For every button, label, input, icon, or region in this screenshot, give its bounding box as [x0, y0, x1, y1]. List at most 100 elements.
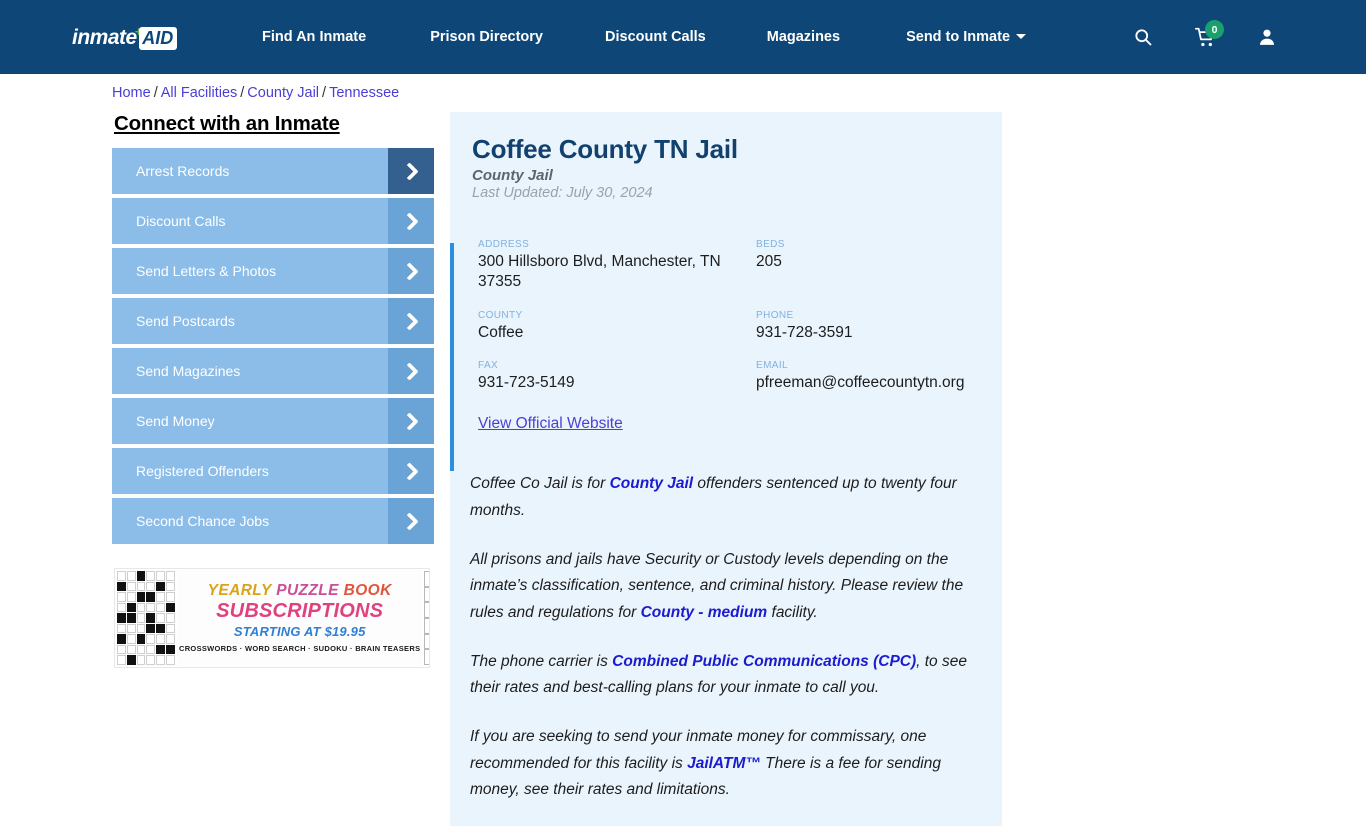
logo-word-aid: AID — [139, 26, 178, 50]
chevron-right-icon — [388, 148, 434, 194]
sidebar-item-label: Registered Offenders — [136, 463, 269, 479]
crossword-cell — [166, 581, 175, 592]
sidebar-item-label: Second Chance Jobs — [136, 513, 270, 529]
crossword-cell — [136, 623, 146, 634]
sudoku-cell: 4 — [424, 602, 429, 618]
sidebar-item-send-magazines[interactable]: Send Magazines — [112, 348, 434, 394]
crossword-cell — [156, 581, 166, 592]
ad-categories-line: CROSSWORDS · WORD SEARCH · SUDOKU · BRAI… — [179, 643, 421, 653]
view-official-website-link[interactable]: View Official Website — [478, 415, 623, 433]
sidebar-item-arrest-records[interactable]: Arrest Records — [112, 148, 434, 194]
cart-count-badge: 0 — [1205, 20, 1224, 39]
crossword-cell — [156, 602, 166, 613]
crossword-cell — [136, 613, 146, 623]
crossword-cell — [156, 592, 166, 602]
link-county-medium[interactable]: County - medium — [641, 604, 768, 621]
crossword-cell — [156, 623, 166, 634]
cart-icon[interactable]: 0 — [1182, 14, 1228, 60]
accent-bar — [450, 243, 454, 471]
crossword-cell — [136, 581, 146, 592]
nav-item-prison-directory[interactable]: Prison Directory — [430, 29, 543, 45]
link-cpc[interactable]: Combined Public Communications (CPC) — [612, 653, 916, 670]
description-paragraph-3: The phone carrier is Combined Public Com… — [470, 649, 980, 702]
info-value: 300 Hillsboro Blvd, Manchester, TN 37355 — [478, 253, 721, 290]
crossword-cell — [136, 571, 146, 581]
chevron-right-icon — [388, 498, 434, 544]
breadcrumb-item-home[interactable]: Home — [112, 85, 151, 101]
crossword-cell — [156, 634, 166, 644]
sidebar-item-send-money[interactable]: Send Money — [112, 398, 434, 444]
crossword-cell — [126, 623, 136, 634]
sidebar-item-registered-offenders[interactable]: Registered Offenders — [112, 448, 434, 494]
user-account-icon[interactable] — [1244, 14, 1290, 60]
chevron-right-icon — [388, 398, 434, 444]
nav-item-magazines[interactable]: Magazines — [767, 29, 840, 45]
p2-part-c: facility. — [767, 603, 818, 621]
chevron-right-icon — [388, 348, 434, 394]
nav-item-find-an-inmate[interactable]: Find An Inmate — [262, 29, 366, 45]
crossword-cell — [156, 644, 166, 655]
facility-description: Coffee Co Jail is for County Jail offend… — [470, 471, 980, 804]
facility-info-grid: ADDRESS 300 Hillsboro Blvd, Manchester, … — [478, 239, 980, 393]
crossword-cell — [126, 592, 136, 602]
breadcrumb-item-county-jail[interactable]: County Jail — [247, 85, 319, 101]
crossword-cell — [126, 644, 136, 655]
chevron-right-icon — [388, 448, 434, 494]
crossword-cell — [136, 644, 146, 655]
puzzle-book-ad-banner[interactable]: YEARLY PUZZLE BOOK SUBSCRIPTIONS STARTIN… — [114, 568, 430, 668]
info-field-county: COUNTY Coffee — [478, 310, 756, 343]
crossword-cell — [146, 602, 156, 613]
top-navigation-bar: inmate + AID Find An Inmate Prison Direc… — [0, 0, 1366, 74]
crossword-cell — [117, 613, 126, 623]
link-county-jail[interactable]: County Jail — [610, 475, 694, 492]
crossword-cell — [126, 613, 136, 623]
crossword-cell — [117, 592, 126, 602]
link-jailatm[interactable]: JailATM™ — [687, 755, 761, 772]
crossword-cell — [146, 592, 156, 602]
description-paragraph-2: All prisons and jails have Security or C… — [470, 547, 980, 627]
ad-text-block: YEARLY PUZZLE BOOK SUBSCRIPTIONS STARTIN… — [177, 569, 422, 667]
ad-headline-line2: SUBSCRIPTIONS — [216, 599, 384, 622]
breadcrumb-item-tennessee[interactable]: Tennessee — [329, 85, 399, 101]
sidebar-item-send-postcards[interactable]: Send Postcards — [112, 298, 434, 344]
nav-item-send-to-inmate[interactable]: Send to Inmate — [906, 29, 1027, 45]
sidebar-item-send-letters-photos[interactable]: Send Letters & Photos — [112, 248, 434, 294]
info-label: COUNTY — [478, 309, 523, 321]
page-title: Coffee County TN Jail — [472, 134, 738, 164]
crossword-cell — [126, 571, 136, 581]
breadcrumb-item-all-facilities[interactable]: All Facilities — [161, 85, 238, 101]
sudoku-grid-graphic: 144952 — [422, 569, 429, 667]
sidebar-item-label: Send Letters & Photos — [136, 263, 277, 279]
crossword-cell — [117, 634, 126, 644]
sidebar-item-second-chance-jobs[interactable]: Second Chance Jobs — [112, 498, 434, 544]
sudoku-cell — [424, 633, 429, 650]
breadcrumb-separator: / — [240, 85, 245, 101]
sidebar-item-discount-calls[interactable]: Discount Calls — [112, 198, 434, 244]
info-field-email: EMAIL pfreeman@coffeecountytn.org — [756, 360, 980, 393]
description-paragraph-4: If you are seeking to send your inmate m… — [470, 724, 980, 804]
ad-word-puzzle: PUZZLE — [276, 582, 339, 600]
search-icon[interactable] — [1120, 14, 1166, 60]
crossword-cell — [117, 602, 126, 613]
breadcrumb-separator: / — [153, 85, 158, 101]
nav-item-discount-calls[interactable]: Discount Calls — [605, 29, 706, 45]
crossword-cell — [136, 634, 146, 644]
last-updated-text: Last Updated: July 30, 2024 — [472, 185, 653, 201]
info-label: BEDS — [756, 239, 785, 250]
sidebar-item-label: Discount Calls — [136, 213, 226, 229]
crossword-grid-graphic — [115, 569, 177, 667]
crossword-cell — [166, 634, 175, 644]
chevron-right-icon — [388, 248, 434, 294]
crossword-cell — [166, 644, 175, 655]
info-value: pfreeman@coffeecountytn.org — [756, 374, 965, 392]
breadcrumb: Home / All Facilities / County Jail / Tennesse… — [112, 85, 399, 101]
info-value: 931-728-3591 — [756, 323, 853, 341]
sudoku-cell — [424, 571, 429, 587]
crossword-cell — [146, 644, 156, 655]
crossword-cell — [166, 602, 175, 613]
site-logo[interactable]: inmate + AID — [72, 24, 178, 52]
sidebar-item-label: Send Magazines — [136, 363, 241, 379]
crossword-cell — [156, 655, 166, 665]
crossword-cell — [126, 634, 136, 644]
crossword-cell — [117, 581, 126, 592]
